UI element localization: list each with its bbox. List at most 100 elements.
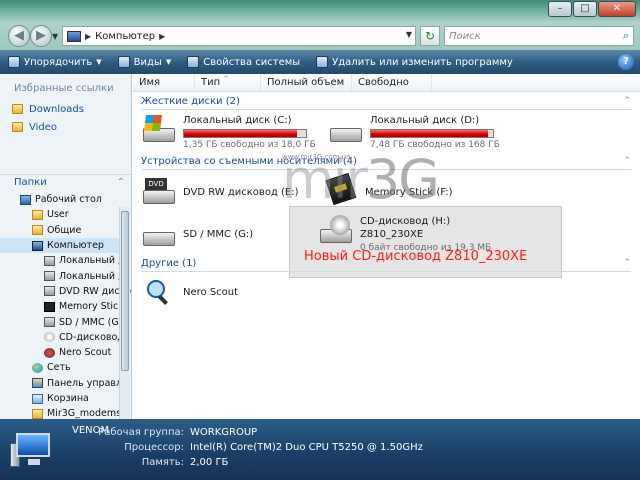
details-row: Память: 2,00 ГБ [66, 455, 423, 470]
details-key: Процессор: [124, 442, 184, 453]
computer-icon [10, 429, 54, 469]
organize-label: Упорядочить [24, 56, 93, 68]
details-key: Рабочая группа: [98, 427, 184, 438]
maximize-button[interactable]: □ [573, 1, 597, 17]
new-drive-caption: Новый CD-дисковод Z810_230XE [304, 249, 528, 264]
column-type[interactable]: ^ Тип [195, 74, 261, 92]
refresh-button[interactable]: ↻ [420, 26, 440, 46]
details-value: 2,00 ГБ [190, 457, 229, 468]
favorite-link-video[interactable]: Video [0, 118, 131, 136]
chevron-down-icon: ▼ [96, 58, 102, 66]
tree-item[interactable]: Nero Scout [0, 345, 120, 360]
breadcrumb-computer[interactable]: Компьютер [95, 31, 155, 42]
address-bar[interactable]: ▶ Компьютер ▶ ▼ [62, 26, 416, 46]
column-type-label: Тип [201, 77, 221, 88]
cd-drive-icon [318, 215, 354, 247]
tree-item-label: Mir3G_modems. [47, 408, 125, 419]
address-dropdown-icon[interactable]: ▼ [406, 30, 412, 39]
tree-item[interactable]: Корзина [0, 391, 120, 406]
usage-bar [370, 129, 494, 138]
tree-item-label: Nero Scout [59, 347, 112, 359]
chevron-up-icon[interactable]: ⌃ [623, 258, 631, 268]
tree-item-label: SD / MMC (G:) [59, 316, 126, 328]
help-icon[interactable]: ? [618, 54, 634, 70]
details-grid: Рабочая группа: WORKGROUP Процессор: Int… [66, 425, 423, 470]
tree-item[interactable]: User [0, 207, 120, 222]
tree-item-label: Компьютер [47, 240, 104, 252]
tree-item[interactable]: Рабочий стол [0, 192, 120, 207]
details-value: WORKGROUP [190, 427, 258, 438]
hard-disk-windows-icon [141, 114, 177, 146]
usage-bar [183, 129, 307, 138]
tree-item[interactable]: SD / MMC (G:) [0, 314, 126, 329]
views-button[interactable]: Виды ▼ [117, 56, 171, 68]
navigation-pane: Избранные ссылки Downloads Video Папки ⌃… [0, 74, 132, 419]
drive-e[interactable]: DVD DVD RW дисковод (E:) [141, 176, 299, 208]
tree-item[interactable]: Сеть [0, 360, 120, 375]
tree-item-label: CD-дисковод [59, 331, 124, 343]
tree-item[interactable]: DVD RW диско [0, 284, 131, 299]
close-button[interactable]: ✕ [598, 1, 636, 17]
disk-icon [44, 255, 55, 266]
favorite-label: Downloads [29, 103, 84, 115]
breadcrumb-separator-icon[interactable]: ▶ [159, 32, 165, 41]
chevron-up-icon[interactable]: ⌃ [623, 156, 631, 166]
column-total-size-label: Полный объем [267, 77, 345, 88]
drive-c[interactable]: Локальный диск (C:) 1,35 ГБ свободно из … [141, 114, 316, 151]
tree-item[interactable]: Memory Stick [0, 299, 124, 314]
details-row: Рабочая группа: WORKGROUP [66, 425, 423, 440]
tree-item[interactable]: Локальный ди [0, 268, 131, 283]
desktop-icon [20, 194, 31, 205]
column-free-space[interactable]: Свободно [352, 74, 432, 92]
drive-name: SD / MMC (G:) [183, 229, 254, 240]
arrow-right-icon: ▶ [36, 28, 46, 43]
folders-title: Папки [14, 177, 47, 188]
drive-g[interactable]: SD / MMC (G:) [141, 218, 253, 250]
tree-item[interactable]: Общие [0, 223, 120, 238]
system-properties-button[interactable]: Свойства системы [187, 56, 300, 68]
back-button[interactable]: ◀ [8, 25, 30, 47]
refresh-icon: ↻ [424, 29, 436, 43]
tree-item-label: Рабочий стол [35, 194, 102, 206]
tree-item[interactable]: Локальный ди [0, 253, 131, 268]
tree-item[interactable]: Компьютер [0, 237, 120, 254]
tree-item[interactable]: Mir3G_modems. [0, 406, 124, 419]
tree-item-label: Панель управле [47, 377, 128, 389]
column-total-size[interactable]: Полный объем [261, 74, 352, 92]
details-row: Процессор: Intel(R) Core(TM)2 Duo CPU T5… [66, 440, 423, 455]
forward-button[interactable]: ▶ [30, 25, 52, 47]
chevron-up-icon[interactable]: ⌃ [117, 175, 125, 191]
window-controls: – □ ✕ [548, 1, 636, 17]
minimize-button[interactable]: – [548, 1, 572, 17]
usage-fill [371, 130, 488, 137]
favorite-link-downloads[interactable]: Downloads [0, 100, 131, 118]
chevron-up-icon[interactable]: ⌃ [623, 96, 631, 106]
drive-d[interactable]: Локальный диск (D:) 7,48 ГБ свободно из … [328, 114, 500, 151]
search-placeholder: Поиск [449, 30, 481, 42]
organize-button[interactable]: Упорядочить ▼ [8, 56, 102, 68]
tree-item-label: User [47, 209, 69, 221]
views-label: Виды [133, 56, 162, 68]
uninstall-program-button[interactable]: Удалить или изменить программу [316, 56, 513, 68]
search-icon[interactable]: ⌕ [623, 29, 629, 43]
removable-disk-icon [141, 218, 177, 250]
recent-pages-dropdown[interactable]: ▼ [52, 32, 58, 41]
search-input[interactable]: Поиск ⌕ [444, 26, 634, 46]
group-title: Жесткие диски (2) [141, 96, 240, 107]
organize-icon [8, 56, 20, 68]
scrollbar-thumb[interactable] [121, 211, 129, 371]
folders-header[interactable]: Папки ⌃ [0, 174, 131, 190]
nero-icon [44, 347, 55, 358]
column-name[interactable]: Имя [133, 74, 195, 92]
folder-icon [12, 122, 23, 132]
group-header-hard-disks[interactable]: Жесткие диски (2) ⌃ [141, 96, 631, 110]
nero-scout[interactable]: Nero Scout [141, 276, 238, 308]
computer-icon [67, 30, 81, 42]
pc-icon [32, 240, 43, 251]
breadcrumb-separator-icon[interactable]: ▶ [85, 32, 91, 41]
folder-tree-scrollbar[interactable] [119, 207, 130, 419]
details-value: Intel(R) Core(TM)2 Duo CPU T5250 @ 1.50G… [190, 442, 423, 453]
group-title: Другие (1) [141, 258, 197, 269]
tree-item[interactable]: Панель управле [0, 376, 128, 391]
tree-item[interactable]: CD-дисковод [0, 330, 124, 345]
